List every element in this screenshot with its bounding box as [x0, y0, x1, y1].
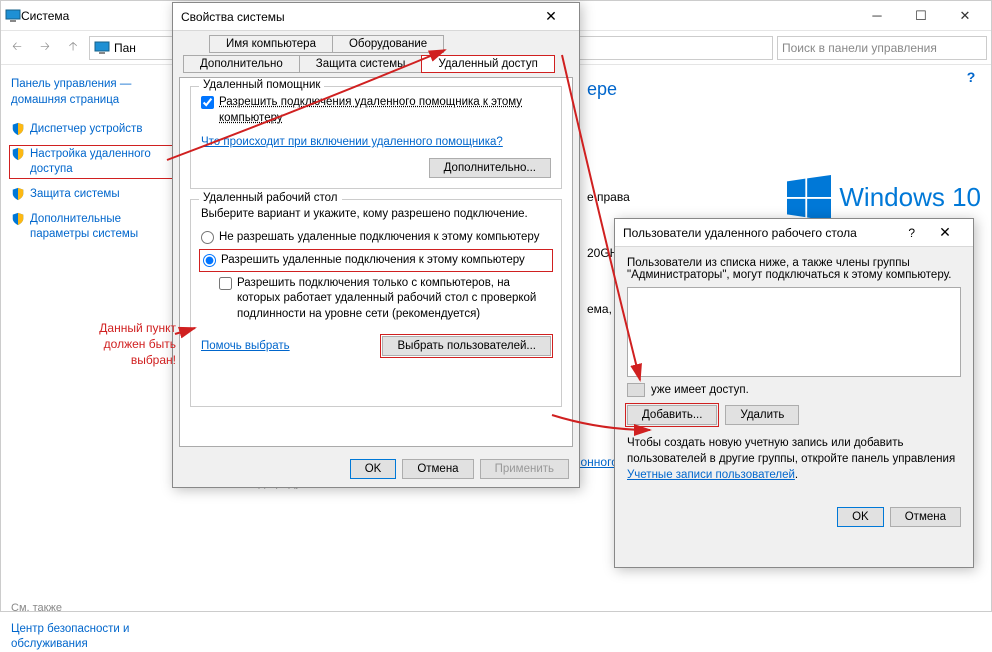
rd-hint: Выберите вариант и укажите, кому разреше…	[201, 208, 551, 220]
sidebar-device-manager[interactable]: Диспетчер устройств	[11, 122, 171, 137]
shield-icon	[11, 147, 25, 161]
windows-logo: Windows 10	[787, 175, 981, 219]
rd-allow-label: Разрешить удаленные подключения к этому …	[221, 253, 525, 268]
cp-home-link[interactable]: Панель управления — домашняя страница	[11, 77, 171, 108]
rusers-help-button[interactable]: ?	[908, 226, 915, 240]
rusers-already: уже имеет доступ.	[651, 384, 749, 396]
search-placeholder: Поиск в панели управления	[782, 41, 937, 55]
rusers-intro: Пользователи из списка ниже, а также чле…	[627, 257, 961, 281]
rd-allow-input[interactable]	[203, 254, 216, 267]
tab-remote[interactable]: Удаленный доступ	[421, 55, 554, 73]
tab-hardware[interactable]: Оборудование	[332, 35, 444, 53]
forward-button[interactable]: 🡢	[33, 36, 57, 60]
user-icon	[627, 383, 645, 397]
shield-icon	[11, 212, 25, 226]
minimize-button[interactable]: ─	[855, 2, 899, 30]
sidebar-item-label: Диспетчер устройств	[30, 122, 142, 137]
rd-nla-input[interactable]	[219, 277, 232, 290]
rusers-close-button[interactable]: ✕	[925, 220, 965, 246]
sysprops-tabs: Имя компьютера Оборудование Дополнительн…	[179, 35, 573, 77]
rusers-body: Пользователи из списка ниже, а также чле…	[615, 247, 973, 537]
tab-computer-name[interactable]: Имя компьютера	[209, 35, 333, 53]
remote-assistance-group: Удаленный помощник Разрешить подключения…	[190, 86, 562, 189]
sysprops-ok-button[interactable]: OK	[350, 459, 397, 479]
sidebar-item-label: Дополнительные параметры системы	[30, 212, 171, 242]
ra-what-link[interactable]: Что происходит при включении удаленного …	[201, 136, 503, 148]
sidebar-security-center[interactable]: Центр безопасности и обслуживания	[11, 622, 171, 652]
ra-advanced-button[interactable]: Дополнительно...	[429, 158, 551, 178]
rd-disallow-radio[interactable]: Не разрешать удаленные подключения к это…	[201, 230, 551, 245]
search-input[interactable]: Поиск в панели управления	[777, 36, 987, 60]
tab-advanced[interactable]: Дополнительно	[183, 55, 300, 73]
sysprops-buttons: OK Отмена Применить	[173, 453, 579, 485]
close-button[interactable]: ✕	[943, 2, 987, 30]
sidebar-advanced-settings[interactable]: Дополнительные параметры системы	[11, 212, 171, 242]
windows-icon	[787, 175, 831, 219]
breadcrumb-text: Пан	[114, 41, 136, 55]
windows-logo-text: Windows 10	[839, 182, 981, 213]
sysprops-titlebar: Свойства системы ✕	[173, 3, 579, 31]
shield-icon	[11, 187, 25, 201]
rusers-listbox[interactable]	[627, 287, 961, 377]
sidebar-item-label: Центр безопасности и обслуживания	[11, 622, 171, 652]
system-properties-dialog: Свойства системы ✕ Имя компьютера Оборуд…	[172, 2, 580, 488]
rusers-create-text: Чтобы создать новую учетную запись или д…	[627, 435, 961, 483]
rd-help-link[interactable]: Помочь выбрать	[201, 340, 290, 352]
rusers-titlebar: Пользователи удаленного рабочего стола ?…	[615, 219, 973, 247]
rusers-add-button[interactable]: Добавить...	[627, 405, 717, 425]
sysprops-apply-button[interactable]: Применить	[480, 459, 569, 479]
ra-allow-checkbox[interactable]: Разрешить подключения удаленного помощни…	[201, 95, 551, 126]
cp-sidebar: Панель управления — домашняя страница Ди…	[1, 65, 181, 611]
system-icon	[5, 8, 21, 24]
up-button[interactable]: 🡡	[61, 36, 85, 60]
ra-allow-input[interactable]	[201, 96, 214, 109]
rd-disallow-input[interactable]	[201, 231, 214, 244]
sidebar-item-label: Защита системы	[30, 187, 120, 202]
ra-allow-label: Разрешить подключения удаленного помощни…	[219, 95, 551, 126]
sidebar-system-protection[interactable]: Защита системы	[11, 187, 171, 202]
sidebar-remote-settings[interactable]: Настройка удаленного доступа	[11, 147, 171, 177]
sysprops-close-button[interactable]: ✕	[531, 4, 571, 30]
remote-users-dialog: Пользователи удаленного рабочего стола ?…	[614, 218, 974, 568]
ra-legend: Удаленный помощник	[199, 79, 324, 91]
rd-allow-radio[interactable]: Разрешить удаленные подключения к этому …	[201, 251, 551, 270]
shield-icon	[11, 122, 25, 136]
rusers-accounts-link[interactable]: Учетные записи пользователей	[627, 469, 795, 481]
remote-tab-page: Удаленный помощник Разрешить подключения…	[179, 77, 573, 447]
sysprops-title: Свойства системы	[181, 10, 531, 24]
rusers-remove-button[interactable]: Удалить	[725, 405, 799, 425]
remote-desktop-group: Удаленный рабочий стол Выберите вариант …	[190, 199, 562, 407]
maximize-button[interactable]: ☐	[899, 2, 943, 30]
rd-disallow-label: Не разрешать удаленные подключения к это…	[219, 230, 539, 245]
window-controls: ─ ☐ ✕	[855, 2, 987, 30]
partial-rights: е права	[587, 190, 630, 204]
rd-nla-label: Разрешить подключения только с компьютер…	[237, 276, 551, 323]
rusers-cancel-button[interactable]: Отмена	[890, 507, 961, 527]
rusers-ok-button[interactable]: OK	[837, 507, 884, 527]
sysprops-cancel-button[interactable]: Отмена	[402, 459, 473, 479]
rd-select-users-button[interactable]: Выбрать пользователей...	[382, 336, 551, 356]
rd-nla-checkbox[interactable]: Разрешить подключения только с компьютер…	[219, 276, 551, 323]
sidebar-item-label: Настройка удаленного доступа	[30, 147, 171, 177]
partial-header: ере	[587, 79, 975, 100]
rusers-title: Пользователи удаленного рабочего стола	[623, 226, 908, 240]
rd-legend: Удаленный рабочий стол	[199, 192, 342, 204]
tab-protection[interactable]: Защита системы	[299, 55, 423, 73]
back-button[interactable]: 🡠	[5, 36, 29, 60]
breadcrumb-icon	[94, 40, 110, 56]
